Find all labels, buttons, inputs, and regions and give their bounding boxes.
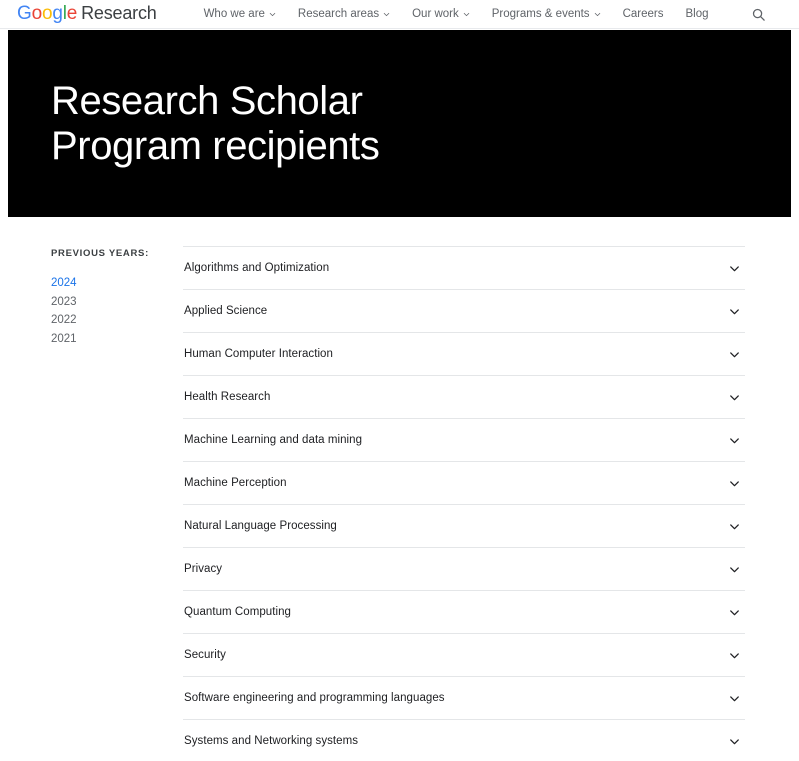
chevron-down-icon[interactable] (726, 518, 743, 535)
accordion-row-label: Software engineering and programming lan… (184, 692, 445, 704)
logo-letter-5: e (66, 3, 78, 24)
accordion-row[interactable]: Applied Science (183, 290, 745, 333)
chevron-down-icon[interactable] (726, 733, 743, 750)
accordion-row[interactable]: Privacy (183, 548, 745, 591)
search-icon[interactable] (749, 5, 767, 23)
nav-item-who-we-are[interactable]: Who we are (193, 0, 287, 29)
accordion-row[interactable]: Security (183, 634, 745, 677)
nav-item-our-work[interactable]: Our work (401, 0, 481, 29)
accordion-row-label: Machine Learning and data mining (184, 434, 363, 446)
year-link-2021[interactable]: 2021 (51, 330, 182, 349)
accordion-row-label: Applied Science (184, 305, 268, 317)
logo-letter-1: o (31, 3, 43, 24)
accordion-row-label: Health Research (184, 391, 271, 403)
page-title: Research Scholar Program recipients (51, 78, 380, 168)
accordion-row-label: Systems and Networking systems (184, 735, 359, 747)
page-content: PREVIOUS YEARS: 2024 2023 2022 2021 Algorit… (0, 217, 799, 761)
accordion-row-label: Privacy (184, 563, 223, 575)
year-link-2024[interactable]: 2024 (51, 274, 182, 293)
chevron-down-icon[interactable] (726, 604, 743, 621)
accordion-row[interactable]: Machine Perception (183, 462, 745, 505)
nav-item-label: Who we are (203, 7, 265, 20)
nav-item-blog[interactable]: Blog (674, 0, 719, 29)
accordion-row[interactable]: Quantum Computing (183, 591, 745, 634)
accordion-row-label: Natural Language Processing (184, 520, 337, 532)
nav-item-label: Blog (685, 7, 709, 20)
year-list: 2024 2023 2022 2021 (51, 274, 182, 348)
accordion-row[interactable]: Natural Language Processing (183, 505, 745, 548)
hero-banner: Research Scholar Program recipients (8, 30, 791, 217)
chevron-down-icon (463, 11, 470, 18)
accordion-row-label: Security (184, 649, 226, 661)
brand-logo[interactable]: Google Research (17, 3, 157, 25)
chevron-down-icon[interactable] (726, 690, 743, 707)
chevron-down-icon (383, 11, 390, 18)
accordion-row-label: Quantum Computing (184, 606, 291, 618)
logo-letter-0: G (17, 3, 32, 24)
chevron-down-icon[interactable] (726, 475, 743, 492)
chevron-down-icon (269, 11, 276, 18)
previous-years-label: PREVIOUS YEARS: (51, 248, 149, 259)
primary-navigation: Who we are Research areas Our work Programs… (193, 0, 720, 29)
chevron-down-icon[interactable] (726, 303, 743, 320)
nav-item-label: Our work (412, 7, 459, 20)
nav-item-label: Research areas (297, 7, 380, 20)
accordion-row[interactable]: Human Computer Interaction (183, 333, 745, 376)
nav-item-programs-events[interactable]: Programs & events (481, 0, 612, 29)
nav-item-research-areas[interactable]: Research areas (287, 0, 401, 29)
nav-item-careers[interactable]: Careers (612, 0, 675, 29)
accordion-row-label: Algorithms and Optimization (184, 262, 330, 274)
nav-item-label: Careers (622, 7, 664, 20)
nav-item-label: Programs & events (491, 7, 590, 20)
logo-letter-3: g (52, 3, 63, 24)
brand-suffix-label: Research (81, 3, 157, 23)
accordion-row[interactable]: Algorithms and Optimization (183, 247, 745, 290)
accordion-row-label: Human Computer Interaction (184, 348, 333, 360)
chevron-down-icon (594, 11, 601, 18)
accordion-row[interactable]: Software engineering and programming lan… (183, 677, 745, 720)
accordion-row[interactable]: Systems and Networking systems (183, 720, 745, 761)
chevron-down-icon[interactable] (726, 432, 743, 449)
chevron-down-icon[interactable] (726, 647, 743, 664)
site-header: Google Research Who we are Research areas… (0, 0, 799, 29)
sidebar: PREVIOUS YEARS: 2024 2023 2022 2021 (0, 246, 182, 761)
accordion-row-label: Machine Perception (184, 477, 287, 489)
accordion-row[interactable]: Machine Learning and data mining (183, 419, 745, 462)
chevron-down-icon[interactable] (726, 260, 743, 277)
google-wordmark: Google (17, 3, 77, 25)
logo-letter-2: o (41, 3, 53, 24)
chevron-down-icon[interactable] (726, 346, 743, 363)
year-link-2023[interactable]: 2023 (51, 293, 182, 312)
accordion-row[interactable]: Health Research (183, 376, 745, 419)
chevron-down-icon[interactable] (726, 561, 743, 578)
year-link-2022[interactable]: 2022 (51, 311, 182, 330)
chevron-down-icon[interactable] (726, 389, 743, 406)
research-areas-accordion: Algorithms and Optimization Applied Scien… (183, 246, 745, 761)
